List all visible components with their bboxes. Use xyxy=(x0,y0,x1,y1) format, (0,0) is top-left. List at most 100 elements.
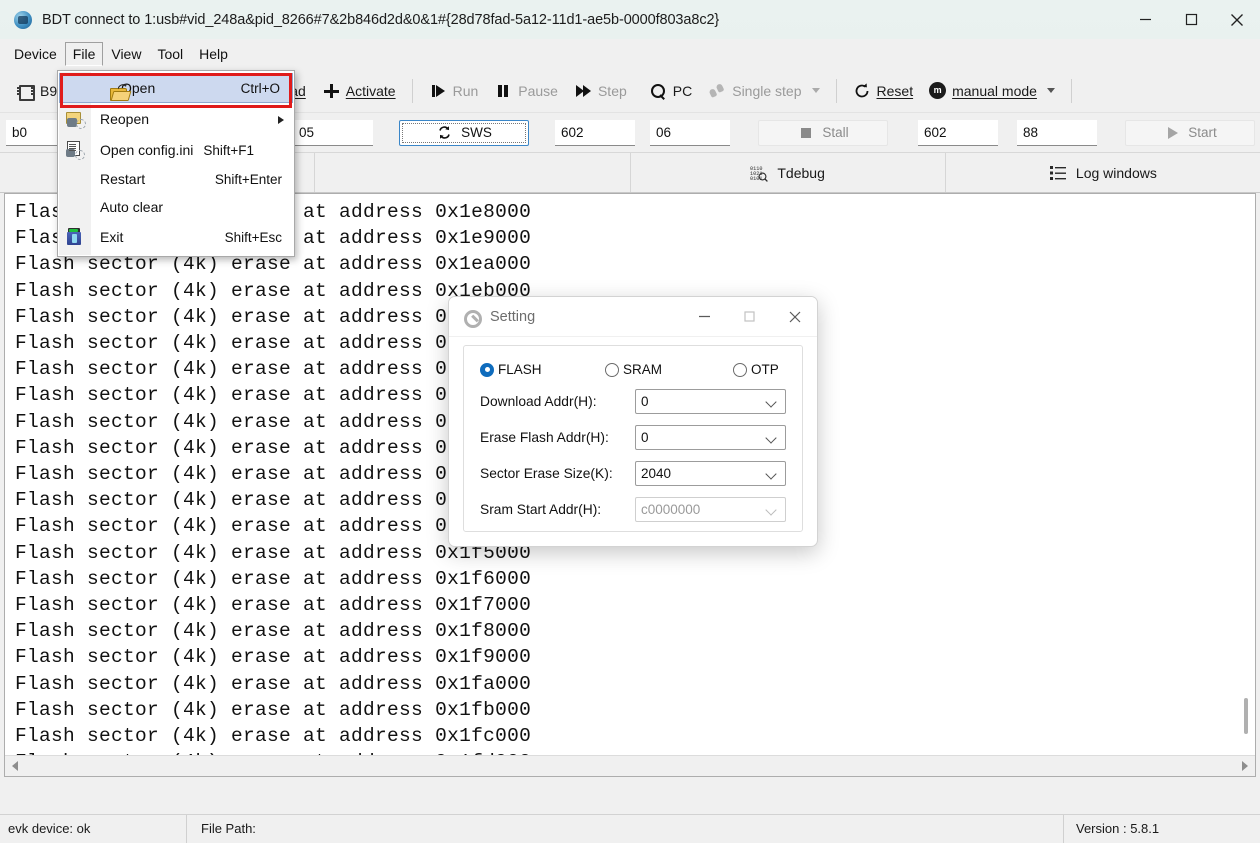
field-602-a[interactable] xyxy=(555,119,635,146)
radio-sram[interactable]: SRAM xyxy=(605,362,733,377)
setting-dialog-title-bar: Setting xyxy=(449,297,817,337)
maximize-icon[interactable] xyxy=(727,297,772,336)
toolbar-separator xyxy=(1070,78,1072,103)
status-version: Version : 5.8.1 xyxy=(1076,821,1160,836)
menu-item-file[interactable]: File xyxy=(64,42,104,66)
run-button[interactable]: Run xyxy=(421,76,487,106)
setting-dialog-body: FLASH SRAM OTP Download Addr(H): 0 Erase… xyxy=(463,345,803,532)
step-icon xyxy=(574,82,592,100)
radio-otp-label: OTP xyxy=(751,362,779,377)
sws-button[interactable]: SWS xyxy=(399,119,529,146)
binary-search-icon: 0110 1021 0101 xyxy=(750,164,769,182)
maximize-icon[interactable] xyxy=(1168,0,1214,39)
scroll-left-icon[interactable] xyxy=(12,761,18,771)
chevron-down-icon[interactable] xyxy=(767,469,777,479)
pause-icon xyxy=(494,82,512,100)
file-menu-dropdown[interactable]: Open Ctrl+O Reopen Open config.ini Shift… xyxy=(57,70,295,257)
menu-item-view[interactable]: View xyxy=(103,42,149,66)
menu-item-open-config[interactable]: Open config.ini Shift+F1 xyxy=(58,135,294,165)
single-step-button[interactable]: Single step xyxy=(700,76,827,106)
pc-button[interactable]: PC xyxy=(635,76,700,106)
menu-item-auto-clear-label: Auto clear xyxy=(100,199,164,215)
menu-item-restart-label: Restart xyxy=(100,171,146,187)
menu-item-tool[interactable]: Tool xyxy=(149,42,191,66)
chevron-down-icon[interactable] xyxy=(767,397,777,407)
erase-flash-addr-row: Erase Flash Addr(H): 0 xyxy=(480,425,786,450)
menu-item-help[interactable]: Help xyxy=(191,42,236,66)
chevron-down-icon[interactable] xyxy=(1046,88,1055,93)
pause-button[interactable]: Pause xyxy=(486,76,566,106)
radio-flash-dot xyxy=(480,362,494,377)
download-addr-row: Download Addr(H): 0 xyxy=(480,389,786,414)
stall-button[interactable]: Stall xyxy=(758,119,888,146)
scroll-right-icon[interactable] xyxy=(1242,761,1248,771)
close-icon[interactable] xyxy=(772,297,817,336)
setting-dialog[interactable]: Setting FLASH SRAM OTP Download Addr(H):… xyxy=(448,296,818,547)
menu-item-device[interactable]: Device xyxy=(6,42,65,66)
sws-label: SWS xyxy=(461,125,492,140)
log-vertical-scroll-thumb[interactable] xyxy=(1244,698,1248,734)
setting-dialog-title: Setting xyxy=(490,308,536,325)
log-vertical-scrollbar[interactable] xyxy=(1237,194,1255,756)
menu-item-exit-accel: Shift+Esc xyxy=(224,229,282,245)
menu-item-exit-label: Exit xyxy=(100,229,124,245)
radio-sram-dot xyxy=(605,362,619,377)
download-addr-combobox[interactable]: 0 xyxy=(635,389,786,414)
menu-bar: Device File View Tool Help xyxy=(0,39,1260,69)
status-bar: evk device: ok File Path: Version : 5.8.… xyxy=(0,814,1260,843)
menu-item-auto-clear[interactable]: Auto clear xyxy=(58,193,294,221)
magnifier-icon xyxy=(649,82,667,100)
tab-2[interactable] xyxy=(315,153,631,192)
exit-icon xyxy=(66,228,85,246)
radio-flash-label: FLASH xyxy=(498,362,542,377)
chevron-down-icon[interactable] xyxy=(811,88,820,93)
field-06[interactable] xyxy=(650,119,730,146)
tab-log-windows[interactable]: Log windows xyxy=(945,153,1260,192)
stall-label: Stall xyxy=(822,125,849,140)
menu-item-open-config-label: Open config.ini xyxy=(100,142,194,158)
step-button[interactable]: Step xyxy=(566,76,635,106)
run-label: Run xyxy=(452,82,479,99)
radio-sram-label: SRAM xyxy=(623,362,663,377)
sector-erase-size-combobox[interactable]: 2040 xyxy=(635,461,786,486)
pause-label: Pause xyxy=(518,82,558,99)
field-602-b[interactable] xyxy=(918,119,998,146)
erase-flash-addr-value: 0 xyxy=(641,430,649,445)
field-05[interactable] xyxy=(293,119,373,146)
reset-button[interactable]: Reset xyxy=(845,76,922,106)
log-horizontal-scrollbar[interactable] xyxy=(5,755,1255,776)
radio-otp[interactable]: OTP xyxy=(733,362,779,377)
sector-erase-size-row: Sector Erase Size(K): 2040 xyxy=(480,461,786,486)
status-device: evk device: ok xyxy=(8,821,91,836)
toolbar-separator xyxy=(835,78,837,103)
close-icon[interactable] xyxy=(1214,0,1260,39)
download-addr-value: 0 xyxy=(641,394,649,409)
menu-item-reopen-label: Reopen xyxy=(100,111,150,127)
menu-item-restart[interactable]: Restart Shift+Enter xyxy=(58,165,294,193)
radio-flash[interactable]: FLASH xyxy=(480,362,605,377)
field-88[interactable] xyxy=(1017,119,1097,146)
menu-item-reopen[interactable]: Reopen xyxy=(58,103,294,135)
document-config-icon xyxy=(66,141,85,160)
activate-button[interactable]: Activate xyxy=(314,76,404,106)
chevron-down-icon xyxy=(767,505,777,515)
bdt-app-icon xyxy=(14,10,32,29)
title-bar: BDT connect to 1:usb#vid_248a&pid_8266#7… xyxy=(0,0,1260,40)
manual-mode-icon: m xyxy=(929,82,947,99)
tab-tdebug[interactable]: 0110 1021 0101 Tdebug xyxy=(630,153,946,192)
menu-item-exit[interactable]: Exit Shift+Esc xyxy=(58,221,294,253)
minimize-icon[interactable] xyxy=(682,297,727,336)
chevron-down-icon[interactable] xyxy=(767,433,777,443)
sram-start-addr-row: Sram Start Addr(H): c0000000 xyxy=(480,497,786,522)
stop-square-icon xyxy=(797,124,815,142)
status-file-path: File Path: xyxy=(201,821,256,836)
run-icon xyxy=(429,82,447,100)
minimize-icon[interactable] xyxy=(1122,0,1168,39)
erase-flash-addr-combobox[interactable]: 0 xyxy=(635,425,786,450)
start-button[interactable]: Start xyxy=(1125,119,1255,146)
manual-mode-button[interactable]: m manual mode xyxy=(921,76,1063,106)
download-addr-label: Download Addr(H): xyxy=(480,394,597,409)
setting-dialog-controls xyxy=(682,297,817,336)
menu-item-open[interactable]: Open Ctrl+O xyxy=(59,73,293,103)
menu-item-open-config-accel: Shift+F1 xyxy=(203,142,255,158)
